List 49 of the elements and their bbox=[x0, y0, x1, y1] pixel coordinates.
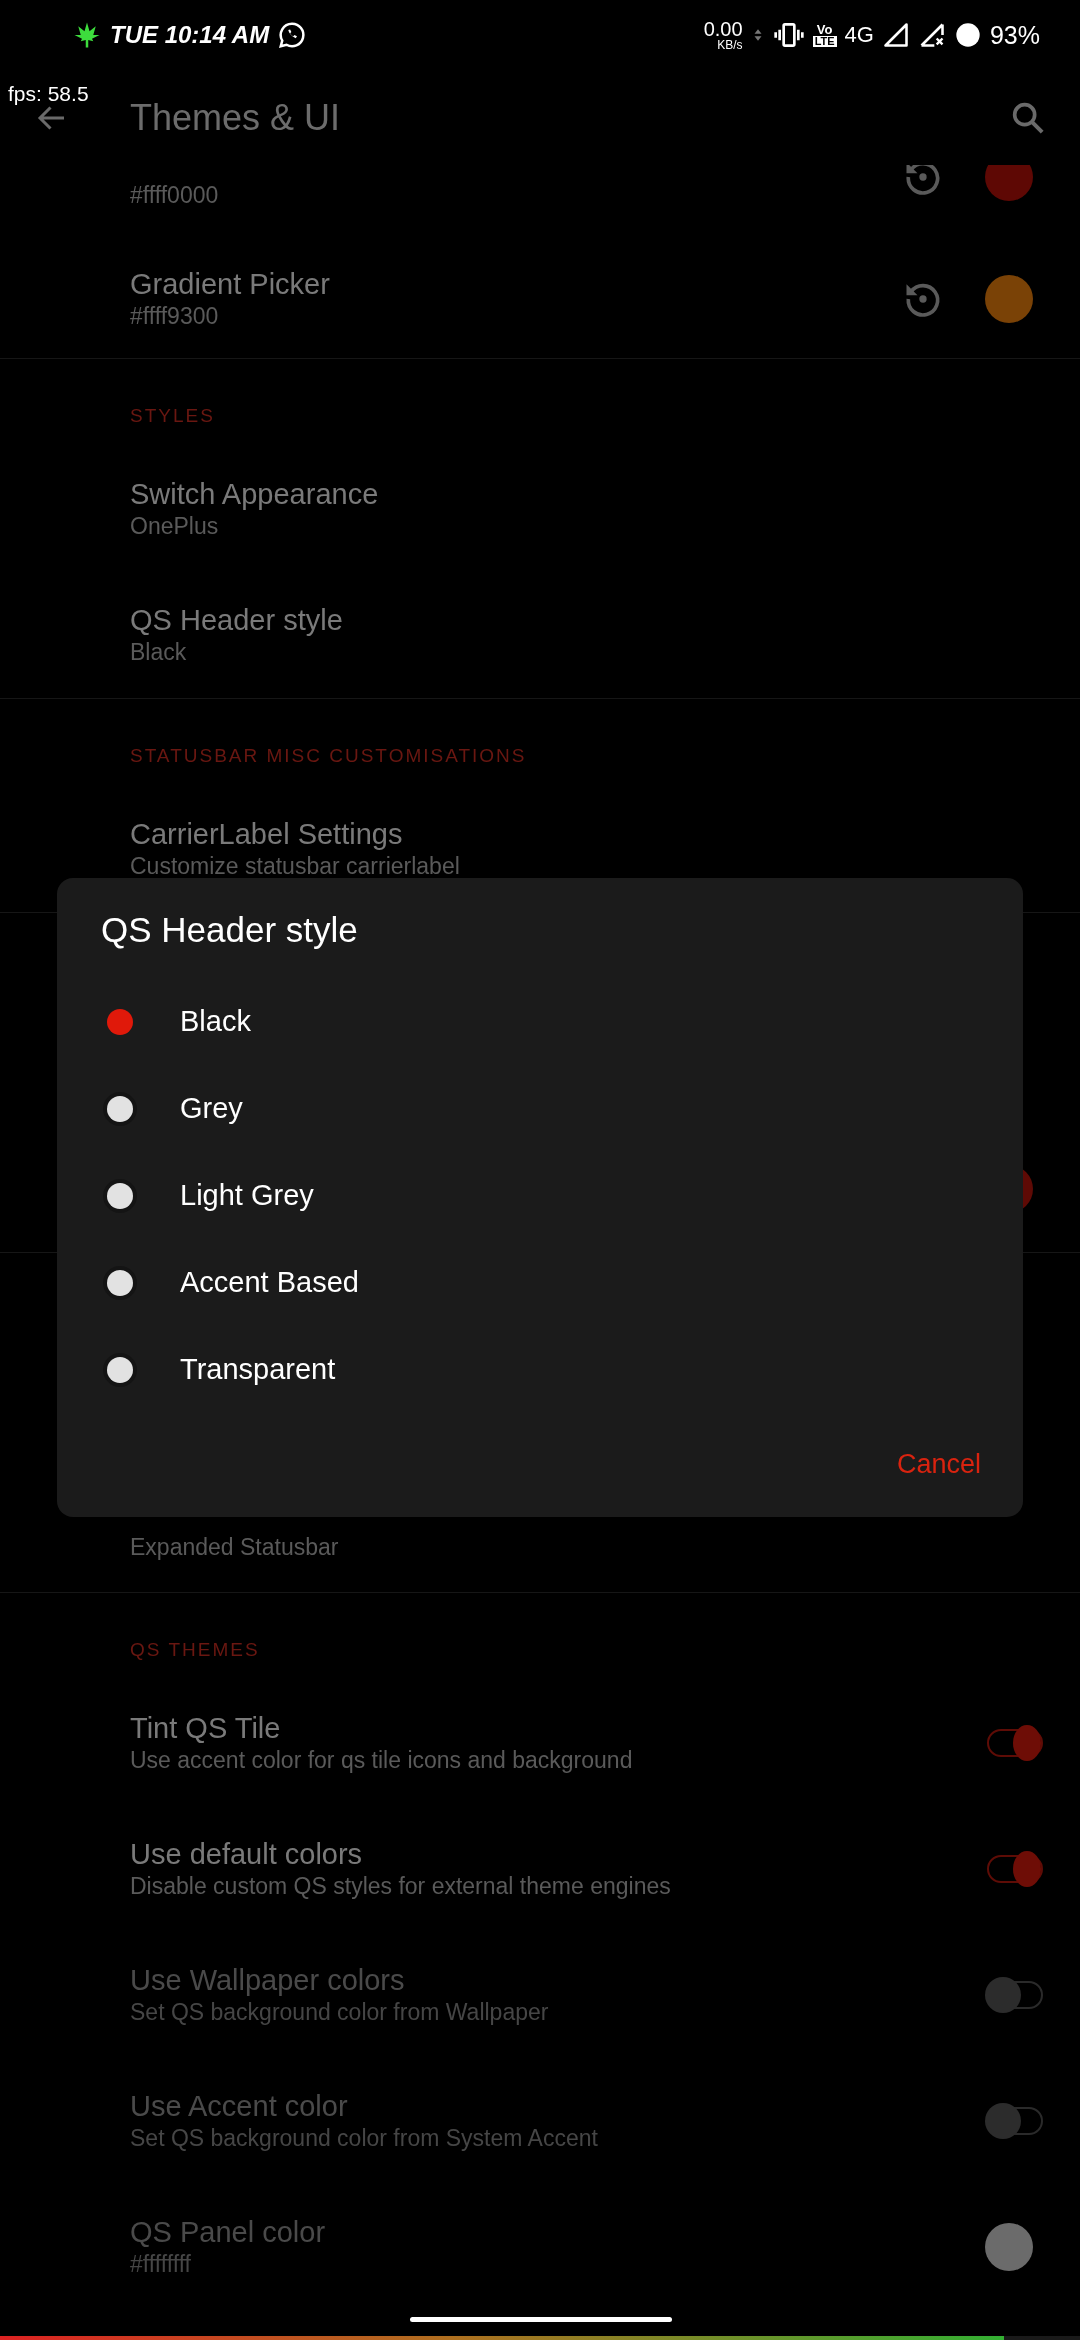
radio-button[interactable] bbox=[107, 1269, 133, 1296]
fps-counter: fps: 58.5 bbox=[8, 82, 89, 106]
setting-summary: Use accent color for qs tile icons and background bbox=[130, 1747, 634, 1774]
setting-title: QS Panel color bbox=[130, 2216, 327, 2249]
setting-title[interactable]: Gradient Picker bbox=[130, 268, 861, 301]
color-swatch[interactable] bbox=[985, 275, 1033, 323]
option-label: Accent Based bbox=[180, 1266, 359, 1299]
radio-button[interactable] bbox=[107, 1008, 133, 1035]
setting-title: Use Accent color bbox=[130, 2090, 349, 2123]
signal-icon bbox=[881, 21, 910, 49]
cancel-button[interactable]: Cancel bbox=[882, 1439, 995, 1490]
setting-summary: Disable custom QS styles for external theme engines bbox=[130, 1873, 672, 1900]
setting-summary: Set QS background color from System Accent bbox=[130, 2125, 599, 2152]
setting-summary: #ffff0000 bbox=[130, 181, 220, 209]
option-label: Light Grey bbox=[180, 1179, 314, 1212]
setting-summary: Black bbox=[130, 639, 188, 666]
setting-title[interactable]: QS Header style bbox=[130, 604, 1043, 637]
setting-summary: Expanded Statusbar bbox=[130, 1533, 340, 1561]
option-label: Transparent bbox=[180, 1353, 336, 1386]
network-speed: 0.00 bbox=[703, 19, 743, 39]
setting-summary: Customize statusbar carrierlabel bbox=[130, 853, 461, 880]
option-label: Black bbox=[180, 1005, 251, 1038]
chat-bubble-icon bbox=[277, 20, 308, 50]
battery-icon bbox=[953, 21, 982, 49]
section-header: STATUSBAR MISC CUSTOMISATIONS bbox=[129, 744, 528, 768]
section-header: STYLES bbox=[129, 404, 216, 428]
radio-button[interactable] bbox=[107, 1095, 133, 1122]
setting-title[interactable]: Switch Appearance bbox=[130, 478, 1043, 511]
setting-title[interactable]: Use default colors bbox=[130, 1838, 947, 1871]
battery-percent: 93% bbox=[989, 20, 1040, 50]
option-label: Grey bbox=[180, 1092, 243, 1125]
speed-unit: KB/s bbox=[717, 39, 743, 51]
setting-summary: OnePlus bbox=[130, 513, 220, 540]
setting-title: Use Wallpaper colors bbox=[130, 1964, 406, 1997]
volte-label: Vo bbox=[816, 23, 833, 36]
setting-title[interactable]: Tint QS Tile bbox=[130, 1712, 947, 1745]
radio-button[interactable] bbox=[107, 1182, 133, 1209]
section-header: QS THEMES bbox=[129, 1638, 261, 1662]
radio-button[interactable] bbox=[107, 1356, 133, 1383]
setting-title[interactable]: CarrierLabel Settings bbox=[130, 818, 1043, 851]
color-swatch[interactable] bbox=[985, 165, 1033, 201]
setting-summary: #ffff9300 bbox=[130, 303, 220, 330]
setting-summary: Set QS background color from Wallpaper bbox=[130, 1999, 550, 2026]
clock-time: TUE 10:14 AM bbox=[110, 21, 270, 49]
network-type: 4G bbox=[844, 22, 874, 48]
dialog-title: QS Header style bbox=[100, 909, 359, 951]
setting-summary: #ffffffff bbox=[130, 2251, 192, 2278]
page-title: Themes & UI bbox=[129, 96, 342, 139]
lte-label: LTE bbox=[812, 36, 837, 47]
